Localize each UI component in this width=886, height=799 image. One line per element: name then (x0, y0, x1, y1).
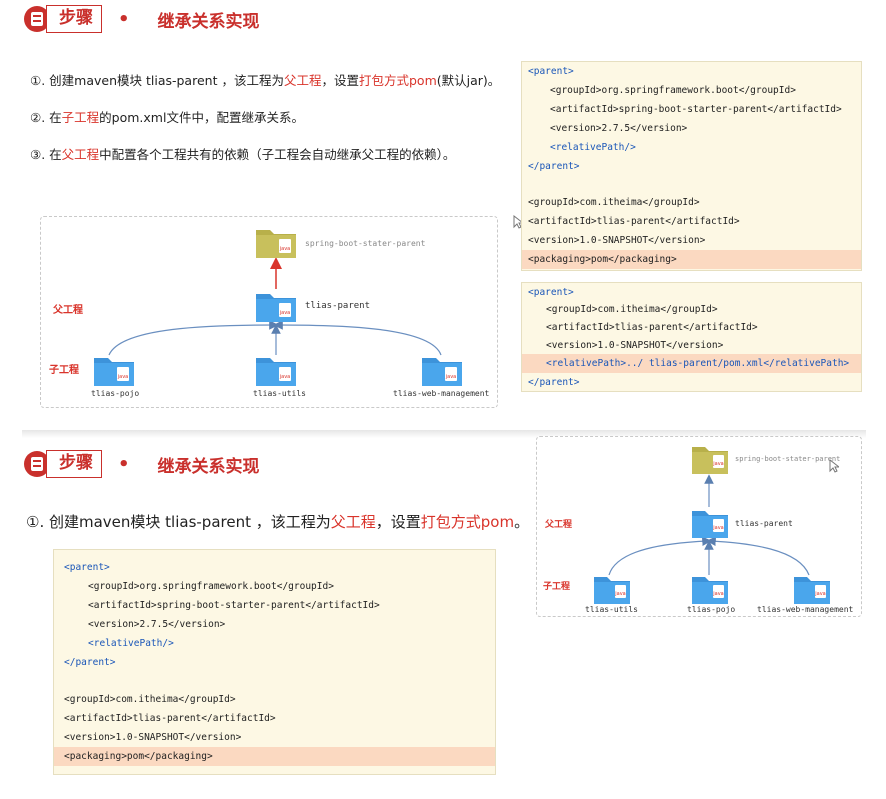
parent-label: tlias-parent (305, 301, 371, 311)
svg-text:java: java (445, 374, 456, 380)
svg-text:java: java (117, 374, 128, 380)
svg-text:java: java (614, 591, 625, 597)
code-line: <version>2.7.5</version> (550, 123, 688, 134)
bullet-dot: • (118, 453, 130, 475)
step-box: 步骤 (46, 450, 102, 478)
child-label: tlias-web-management (393, 389, 490, 398)
inheritance-diagram-bottom: java spring-boot-stater-parent java tlia… (536, 436, 862, 617)
svg-text:java: java (279, 310, 290, 316)
code-line: </parent> (528, 377, 580, 388)
code-line: <groupId>com.itheima</groupId> (546, 304, 718, 315)
svg-text:java: java (712, 591, 723, 597)
top-parent-label: spring-boot-stater-parent (305, 239, 426, 248)
child-label: tlias-utils (585, 605, 638, 614)
child-role-label: 子工程 (49, 365, 79, 376)
step-3: ③. 在父工程中配置各个工程共有的依赖（子工程会自动继承父工程的依赖）。 (30, 147, 456, 162)
code-block-parent-pom: <parent> <groupId>org.springframework.bo… (53, 549, 496, 775)
svg-text:java: java (712, 525, 723, 531)
code-line-highlighted: <packaging>pom</packaging> (522, 250, 861, 269)
code-line: <groupId>org.springframework.boot</group… (550, 85, 796, 96)
code-line: <artifactId>spring-boot-starter-parent</… (550, 104, 842, 115)
code-block-child-pom: <parent> <groupId>com.itheima</groupId> … (521, 282, 862, 392)
child-label: tlias-web-management (757, 605, 854, 614)
svg-text:java: java (814, 591, 825, 597)
code-line: <relativePath/> (88, 638, 174, 649)
code-line: <artifactId>spring-boot-starter-parent</… (88, 600, 380, 611)
code-line: <version>1.0-SNAPSHOT</version> (528, 235, 706, 246)
code-line: <relativePath/> (550, 142, 636, 153)
code-line: <groupId>com.itheima</groupId> (64, 694, 236, 705)
step-1: ①. 创建maven模块 tlias-parent ，该工程为父工程，设置打包方… (30, 73, 501, 88)
section-title: 继承关系实现 (157, 11, 260, 32)
code-line: </parent> (64, 657, 116, 668)
code-line: </parent> (528, 161, 580, 172)
code-line-highlighted: <packaging>pom</packaging> (54, 747, 495, 766)
code-line: <groupId>org.springframework.boot</group… (88, 581, 334, 592)
code-line: <parent> (528, 66, 574, 77)
section-header-top: 步骤 • 继承关系实现 (24, 5, 260, 33)
code-line: <artifactId>tlias-parent</artifactId> (64, 713, 276, 724)
step-2: ②. 在子工程的pom.xml文件中，配置继承关系。 (30, 110, 304, 125)
bullet-dot: • (118, 8, 130, 30)
code-line: <groupId>com.itheima</groupId> (528, 197, 700, 208)
code-line: <artifactId>tlias-parent</artifactId> (528, 216, 740, 227)
parent-label: tlias-parent (735, 519, 793, 528)
code-line: <version>1.0-SNAPSHOT</version> (546, 340, 724, 351)
top-parent-label: spring-boot-stater-parent (735, 455, 841, 463)
svg-text:java: java (712, 461, 723, 467)
parent-role-label: 父工程 (53, 305, 83, 316)
child-label: tlias-utils (253, 389, 306, 398)
code-line: <version>2.7.5</version> (88, 619, 226, 630)
step-1: ①. 创建maven模块 tlias-parent ，该工程为父工程，设置打包方… (26, 513, 530, 531)
child-label: tlias-pojo (91, 389, 140, 398)
svg-text:java: java (279, 374, 290, 380)
code-line-highlighted: <relativePath>../ tlias-parent/pom.xml</… (522, 354, 861, 373)
section-header-bottom: 步骤 • 继承关系实现 (24, 450, 260, 478)
code-line: <version>1.0-SNAPSHOT</version> (64, 732, 242, 743)
code-block-parent-pom: <parent> <groupId>org.springframework.bo… (521, 61, 862, 271)
section-title: 继承关系实现 (157, 456, 260, 477)
code-line: <parent> (64, 562, 110, 573)
child-label: tlias-pojo (687, 605, 736, 614)
inheritance-diagram-top: java spring-boot-stater-parent java tlia… (40, 216, 498, 408)
parent-role-label: 父工程 (545, 520, 573, 530)
code-line: <artifactId>tlias-parent</artifactId> (546, 322, 758, 333)
svg-text:java: java (279, 246, 290, 252)
child-role-label: 子工程 (543, 582, 571, 592)
step-box: 步骤 (46, 5, 102, 33)
